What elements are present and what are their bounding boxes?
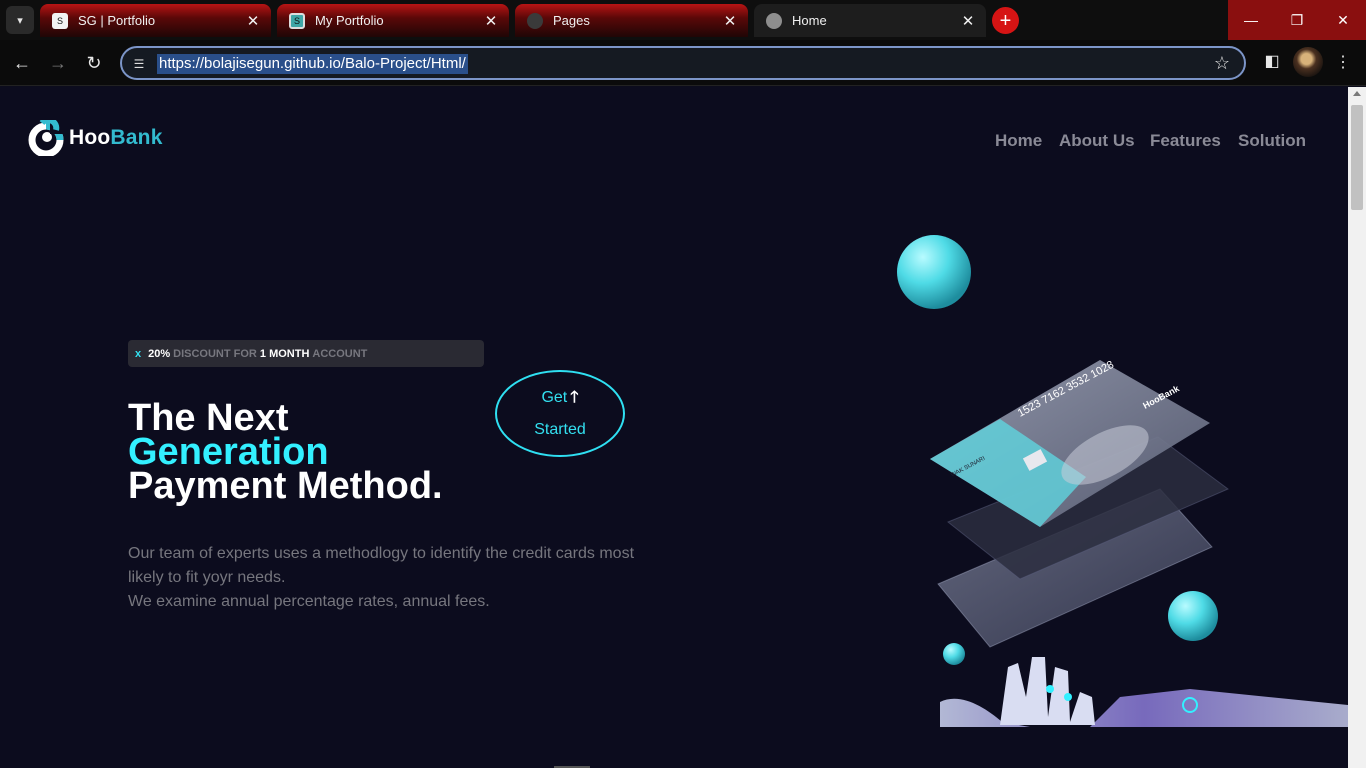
hoobank-logo[interactable]: HooBank xyxy=(28,117,163,158)
nav-home[interactable]: Home xyxy=(995,131,1042,151)
menu-kebab-icon[interactable]: ⋮ xyxy=(1334,51,1352,73)
vertical-scrollbar[interactable] xyxy=(1348,87,1366,768)
badge-text-tail: ACCOUNT xyxy=(312,347,368,360)
discount-badge: x 20% DISCOUNT FOR 1 MONTH ACCOUNT xyxy=(128,340,484,367)
close-window-button[interactable]: ✕ xyxy=(1320,0,1366,40)
hero-description: Our team of experts uses a methodlogy to… xyxy=(128,542,648,614)
url-text[interactable]: https://bolajisegun.github.io/Balo-Proje… xyxy=(157,54,468,74)
badge-duration: 1 MONTH xyxy=(259,347,310,360)
browser-tab-bar: ▾ S SG | Portfolio ✕ S My Portfolio ✕ Pa… xyxy=(0,0,1366,40)
description-line: likely to fit yoyr needs. xyxy=(128,569,286,586)
description-line: We examine annual percentage rates, annu… xyxy=(128,593,490,610)
tab-pages[interactable]: Pages ✕ xyxy=(515,4,748,37)
bookmark-star-icon[interactable]: ☆ xyxy=(1214,53,1230,74)
nav-about-us[interactable]: About Us xyxy=(1059,131,1135,151)
minimize-button[interactable]: — xyxy=(1228,0,1274,40)
web-page: HooBank Home About Us Features Solution … xyxy=(0,87,1348,768)
close-tab-icon[interactable]: ✕ xyxy=(245,13,261,30)
back-button[interactable]: ← xyxy=(10,51,34,75)
github-icon xyxy=(527,12,543,29)
logo-text: HooBank xyxy=(69,126,163,149)
headline-line-2: Generation xyxy=(128,431,329,473)
tab-title: Home xyxy=(792,13,827,28)
headline-line-1: The Next xyxy=(128,397,289,439)
decorative-sphere xyxy=(897,235,971,309)
site-info-icon[interactable]: ☰ xyxy=(130,55,148,73)
cta-label-2: Started xyxy=(534,420,586,438)
decorative-sphere xyxy=(943,643,965,665)
tab-title: Pages xyxy=(553,13,590,28)
forward-button[interactable]: → xyxy=(46,51,70,75)
badge-percent: 20% xyxy=(148,347,171,360)
browser-toolbar: ← → ↻ ☰ https://bolajisegun.github.io/Ba… xyxy=(0,40,1366,86)
close-tab-icon[interactable]: ✕ xyxy=(483,13,499,30)
tab-home[interactable]: Home ✕ xyxy=(754,4,986,37)
close-tab-icon[interactable]: ✕ xyxy=(722,13,738,30)
badge-text: DISCOUNT FOR xyxy=(173,347,257,360)
new-tab-button[interactable]: + xyxy=(992,7,1019,34)
tab-title: My Portfolio xyxy=(315,13,384,28)
tab-my-portfolio[interactable]: S My Portfolio ✕ xyxy=(277,4,509,37)
globe-icon xyxy=(766,12,782,29)
logo-icon xyxy=(28,117,64,158)
hero-illustration: 1523 7162 3532 1028 WAK SUNARI HooBank xyxy=(890,227,1348,727)
description-line: Our team of experts uses a methodlogy to… xyxy=(128,545,635,562)
decorative-sphere xyxy=(1168,591,1218,641)
scroll-up-arrow-icon[interactable] xyxy=(1353,91,1361,96)
favicon-icon: S xyxy=(52,12,68,29)
close-tab-icon[interactable]: ✕ xyxy=(960,13,976,30)
nav-solution[interactable]: Solution xyxy=(1238,131,1306,151)
hero-headline: The Next Generation Payment Method. xyxy=(128,397,443,507)
reload-button[interactable]: ↻ xyxy=(82,51,106,75)
address-bar[interactable]: ☰ https://bolajisegun.github.io/Balo-Pro… xyxy=(120,46,1246,80)
arrow-up-icon: 🡑 xyxy=(570,388,579,406)
restore-button[interactable]: ❐ xyxy=(1274,0,1320,40)
cta-label-1: Get xyxy=(541,388,568,406)
scrollbar-thumb[interactable] xyxy=(1351,105,1363,210)
headline-line-3: Payment Method. xyxy=(128,465,443,507)
tab-sg-portfolio[interactable]: S SG | Portfolio ✕ xyxy=(40,4,271,37)
badge-x-icon: x xyxy=(135,347,142,360)
tab-title: SG | Portfolio xyxy=(78,13,156,28)
side-panel-icon[interactable]: ◧ xyxy=(1262,51,1282,71)
favicon-icon: S xyxy=(289,12,305,29)
profile-avatar[interactable] xyxy=(1293,47,1323,77)
get-started-button[interactable]: Get 🡑 Started xyxy=(495,370,625,457)
tab-search-button[interactable]: ▾ xyxy=(6,6,34,34)
nav-features[interactable]: Features xyxy=(1150,131,1221,151)
